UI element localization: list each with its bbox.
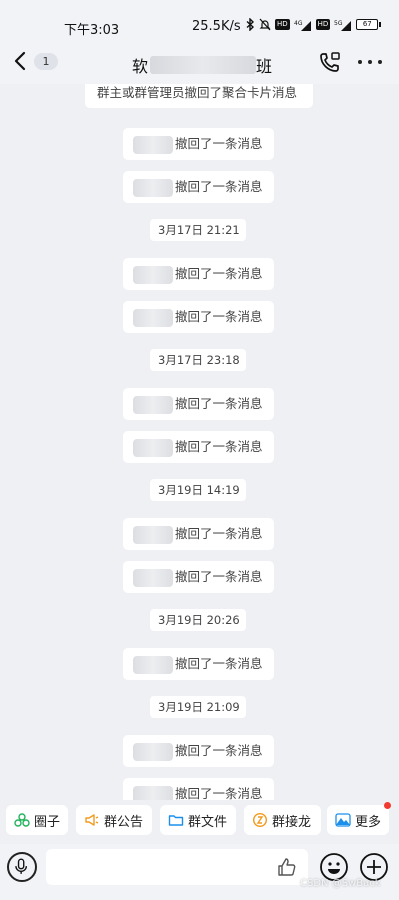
recalled-message-notice: 撤回了一条消息	[123, 128, 274, 160]
more-options-icon[interactable]	[358, 52, 382, 72]
recall-text: 撤回了一条消息	[175, 309, 263, 324]
more-apps-icon	[335, 812, 351, 828]
redacted-username	[133, 308, 173, 327]
recalled-message-notice: 撤回了一条消息	[123, 648, 274, 680]
recalled-message-notice: 撤回了一条消息	[123, 561, 274, 593]
5g-signal-icon: 5G	[334, 20, 352, 31]
recall-text: 撤回了一条消息	[175, 266, 263, 281]
quick-action-label: 群接龙	[272, 814, 312, 830]
status-icons: HD 4G HD 5G 67	[246, 18, 382, 31]
input-row	[0, 844, 399, 900]
message-list[interactable]: 群主或群管理员撤回了聚合卡片消息撤回了一条消息 撤回了一条消息 3月17日 21:2…	[0, 84, 399, 800]
mute-icon	[259, 18, 271, 31]
quick-action-relay[interactable]: 群接龙	[244, 805, 321, 835]
recalled-message-notice: 撤回了一条消息	[123, 258, 274, 290]
status-bar: 下午3:03 25.5K/s HD 4G HD 5G 67	[0, 0, 399, 40]
redacted-username	[133, 395, 173, 414]
quick-action-label: 更多	[355, 814, 382, 830]
recalled-message-notice: 撤回了一条消息	[123, 735, 274, 767]
timestamp-divider: 3月19日 14:19	[150, 479, 246, 501]
svg-text:5G: 5G	[334, 20, 343, 27]
recall-text: 撤回了一条消息	[175, 526, 263, 541]
recalled-message-notice: 撤回了一条消息	[123, 388, 274, 420]
hd-icon: HD	[275, 19, 290, 30]
network-rate: 25.5K/s	[192, 19, 241, 34]
recalled-message-notice: 撤回了一条消息	[123, 431, 274, 463]
unread-count-badge[interactable]: 1	[34, 53, 58, 70]
watermark: CSDN @SwBack	[300, 878, 381, 889]
redacted-username	[133, 178, 173, 197]
microphone-icon[interactable]	[7, 852, 37, 882]
redacted-title-block	[150, 56, 257, 74]
system-notice: 群主或群管理员撤回了聚合卡片消息	[85, 84, 313, 108]
redacted-username	[133, 135, 173, 154]
timestamp-divider: 3月17日 23:18	[150, 349, 246, 371]
recalled-message-notice: 撤回了一条消息	[123, 171, 274, 203]
thumbs-up-icon[interactable]	[276, 856, 298, 878]
recall-text: 撤回了一条消息	[175, 136, 263, 151]
quick-action-label: 圈子	[34, 814, 61, 830]
quick-action-circle-group[interactable]: 圈子	[6, 805, 68, 835]
redacted-username	[133, 438, 173, 457]
recall-text: 撤回了一条消息	[175, 786, 263, 800]
status-time: 下午3:03	[64, 23, 120, 38]
recall-text: 撤回了一条消息	[175, 569, 263, 584]
message-input[interactable]	[46, 849, 308, 885]
hd-icon: HD	[315, 19, 331, 30]
quick-action-announcement[interactable]: 群公告	[76, 805, 152, 835]
quick-action-bar: 圈子 群公告 群文件 群接龙 更多	[0, 800, 399, 844]
notification-dot	[384, 802, 391, 809]
announcement-icon	[84, 812, 100, 828]
timestamp-divider: 3月17日 21:21	[150, 219, 246, 241]
4g-signal-icon: 4G	[294, 20, 311, 31]
svg-text:4G: 4G	[294, 20, 303, 27]
recalled-message-notice: 撤回了一条消息	[123, 778, 274, 800]
chat-title: 软 班	[132, 53, 272, 77]
quick-action-more-apps[interactable]: 更多	[327, 802, 391, 835]
relay-icon	[252, 812, 268, 828]
recall-text: 撤回了一条消息	[175, 396, 263, 411]
recall-text: 撤回了一条消息	[175, 179, 263, 194]
chat-header: 1 软 班	[0, 40, 399, 84]
battery-icon: 67	[356, 19, 382, 30]
quick-action-label: 群文件	[188, 814, 228, 830]
recall-text: 撤回了一条消息	[175, 439, 263, 454]
chat-title-first: 软	[132, 57, 149, 76]
timestamp-divider: 3月19日 20:26	[150, 609, 246, 631]
redacted-username	[133, 655, 173, 674]
quick-action-label: 群公告	[104, 814, 144, 830]
bluetooth-icon	[246, 18, 255, 31]
redacted-username	[133, 525, 173, 544]
back-icon[interactable]	[10, 50, 32, 72]
redacted-username	[133, 785, 173, 800]
recall-text: 撤回了一条消息	[175, 656, 263, 671]
battery-level: 67	[362, 20, 372, 28]
redacted-username	[133, 742, 173, 761]
redacted-username	[133, 568, 173, 587]
circle-group-icon	[14, 812, 30, 828]
folder-icon	[168, 812, 184, 828]
recall-text: 撤回了一条消息	[175, 743, 263, 758]
timestamp-divider: 3月19日 21:09	[150, 696, 246, 718]
redacted-username	[133, 265, 173, 284]
chat-title-last: 班	[256, 57, 273, 76]
phone-call-icon[interactable]	[318, 50, 342, 74]
recalled-message-notice: 撤回了一条消息	[123, 301, 274, 333]
quick-action-folder[interactable]: 群文件	[160, 805, 236, 835]
recalled-message-notice: 撤回了一条消息	[123, 518, 274, 550]
